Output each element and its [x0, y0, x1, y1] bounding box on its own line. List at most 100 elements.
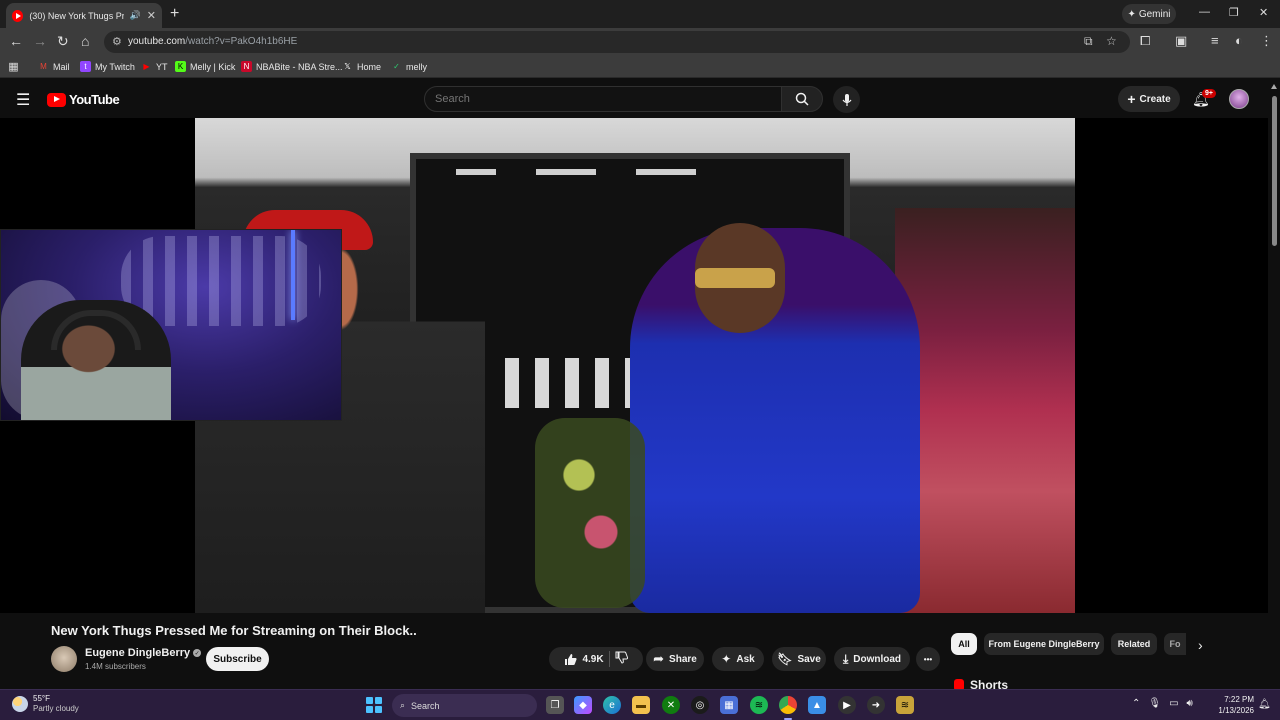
network-icon[interactable]: ▭	[1169, 698, 1178, 709]
chevron-up-icon[interactable]: ⌃	[1132, 698, 1140, 709]
youtube-play-icon	[47, 92, 66, 107]
xbox-icon[interactable]: ✕	[662, 696, 680, 714]
browser-tab[interactable]: (30) New York Thugs Press 🔊 ✕	[6, 3, 162, 28]
x-icon: 𝕏	[344, 62, 351, 71]
cast-icon[interactable]: ⧉	[1084, 34, 1093, 49]
video-scene-flowers	[895, 208, 1075, 613]
new-tab-button[interactable]: +	[170, 5, 179, 23]
account-avatar[interactable]	[1229, 89, 1249, 109]
bookmark-home[interactable]: 𝕏 Home	[342, 61, 381, 72]
save-button[interactable]: 🔖︎ Save	[772, 647, 826, 671]
file-explorer-icon[interactable]: ▬	[632, 696, 650, 714]
dislike-button[interactable]	[615, 651, 628, 667]
weather-widget[interactable]: 55°F Partly cloudy	[12, 694, 79, 714]
media-player-icon[interactable]: ▶	[838, 696, 856, 714]
download-icon: ⤓	[842, 651, 849, 666]
microphone-tray-icon[interactable]: 🎙︎	[1148, 698, 1161, 709]
channel-name[interactable]: Eugene DingleBerry ✓	[85, 647, 202, 659]
home-icon[interactable]: ⌂	[81, 33, 89, 49]
download-button[interactable]: ⤓ Download	[834, 647, 910, 671]
like-button[interactable]: 4.9K	[564, 653, 604, 666]
tab-title: (30) New York Thugs Press	[29, 10, 124, 21]
back-icon[interactable]: ←	[9, 33, 23, 49]
weather-condition: Partly cloudy	[33, 704, 79, 713]
channel-avatar[interactable]	[51, 646, 77, 672]
taskbar-search-label: Search	[411, 700, 440, 711]
microsoft-store-icon[interactable]: ▦	[720, 696, 738, 714]
youtube-header: ☰ YouTube +Create 🔔︎ 9+	[0, 80, 1280, 118]
arrow-app-icon[interactable]: ➜	[867, 696, 885, 714]
close-tab-icon[interactable]: ✕	[147, 9, 156, 22]
photos-icon[interactable]: ▲	[808, 696, 826, 714]
bookmark-nbabite[interactable]: N NBABite - NBA Stre...	[241, 61, 343, 72]
kick-icon: K	[175, 61, 186, 72]
search-button[interactable]	[781, 86, 823, 112]
clock-date: 1/13/2026	[1218, 706, 1254, 715]
bookmark-icon: 🔖︎	[777, 652, 793, 666]
profile-extension-icon[interactable]: ◐	[1235, 33, 1243, 48]
video-player[interactable]	[0, 118, 1268, 613]
notification-center-icon[interactable]: 🔔︎	[1258, 699, 1271, 710]
kebab-menu-icon[interactable]: ⋮	[1260, 33, 1273, 49]
thumbs-down-icon	[615, 651, 628, 664]
bookmark-melly[interactable]: ✓ melly	[391, 61, 427, 72]
page-scrollbar[interactable]	[1269, 80, 1280, 690]
search-icon	[795, 92, 809, 106]
ask-button[interactable]: ✦ Ask	[712, 647, 764, 671]
scrollbar-thumb[interactable]	[1272, 96, 1277, 246]
youtube-icon: ▶	[143, 62, 150, 71]
sidepanel-icon[interactable]: ▣	[1175, 33, 1187, 49]
youtube-logo[interactable]: YouTube	[47, 92, 120, 107]
spotify-icon[interactable]: ≋	[750, 696, 768, 714]
bookmark-my-twitch[interactable]: t My Twitch	[80, 61, 135, 72]
windows-start-icon[interactable]	[366, 697, 382, 713]
bookmark-star-icon[interactable]: ☆	[1106, 34, 1117, 48]
chip-all[interactable]: All	[951, 633, 977, 655]
search-input[interactable]	[435, 93, 765, 105]
site-info-icon[interactable]: ⚙	[112, 35, 122, 48]
channel-name-text: Eugene DingleBerry	[85, 647, 191, 659]
extensions-icon[interactable]: ⧠	[1140, 33, 1150, 49]
like-dislike-group: 4.9K	[549, 647, 643, 671]
create-button[interactable]: + Create	[1118, 86, 1180, 112]
apps-grid-icon[interactable]: ▦	[8, 61, 19, 73]
chip-related[interactable]: Related	[1111, 633, 1157, 655]
search-box[interactable]	[424, 86, 782, 112]
close-window-icon[interactable]: ✕	[1259, 6, 1268, 19]
hamburger-menu-icon[interactable]: ☰	[16, 90, 30, 110]
chip-for-you[interactable]: Fo	[1164, 633, 1186, 655]
reload-icon[interactable]: ↻	[57, 33, 69, 50]
share-button[interactable]: ➦ Share	[646, 647, 704, 671]
minimize-icon[interactable]: —	[1199, 6, 1210, 18]
taskbar-search[interactable]: ⌕ Search	[392, 694, 537, 717]
obs-app-icon[interactable]: ≋	[896, 696, 914, 714]
scroll-up-icon[interactable]	[1271, 84, 1277, 89]
chip-from-channel[interactable]: From Eugene DingleBerry	[984, 633, 1104, 655]
bookmark-yt[interactable]: ▶ YT	[141, 61, 167, 72]
sparkle-icon: ✦	[721, 652, 732, 666]
taskbar-clock[interactable]: 7:22 PM 1/13/2026	[1210, 694, 1254, 716]
more-actions-button[interactable]: •••	[916, 647, 940, 671]
chrome-icon[interactable]	[779, 696, 797, 720]
bookmark-melly-kick[interactable]: K Melly | Kick	[175, 61, 235, 72]
subscribe-button[interactable]: Subscribe	[206, 647, 269, 671]
steam-icon[interactable]: ◎	[691, 696, 709, 714]
voice-search-button[interactable]	[833, 86, 860, 113]
media-control-icon[interactable]: ≡	[1211, 33, 1219, 48]
forward-icon[interactable]: →	[33, 33, 47, 49]
copilot-icon[interactable]: ◆	[574, 696, 592, 714]
address-bar[interactable]: ⚙ youtube.com/watch?v=PakO4h1b6HE ⧉ ☆	[104, 31, 1130, 53]
volume-icon[interactable]: 🔊︎	[1187, 698, 1193, 709]
subscriber-count: 1.4M subscribers	[85, 662, 146, 671]
weather-temp: 55°F	[33, 694, 50, 703]
windows-taskbar: 55°F Partly cloudy ⌕ Search ❐ ◆ e ▬ ✕ ◎ …	[0, 689, 1280, 720]
speaker-icon[interactable]: 🔊	[130, 10, 141, 21]
video-title: New York Thugs Pressed Me for Streaming …	[51, 623, 417, 638]
task-view-icon[interactable]: ❐	[546, 696, 564, 714]
gemini-label: Gemini	[1138, 8, 1171, 20]
restore-icon[interactable]: ❐	[1229, 6, 1239, 19]
bookmark-mail[interactable]: M Mail	[38, 61, 69, 72]
edge-icon[interactable]: e	[603, 696, 621, 714]
gemini-button[interactable]: ✦ Gemini	[1122, 4, 1176, 24]
chevron-right-icon[interactable]: ›	[1198, 637, 1203, 653]
